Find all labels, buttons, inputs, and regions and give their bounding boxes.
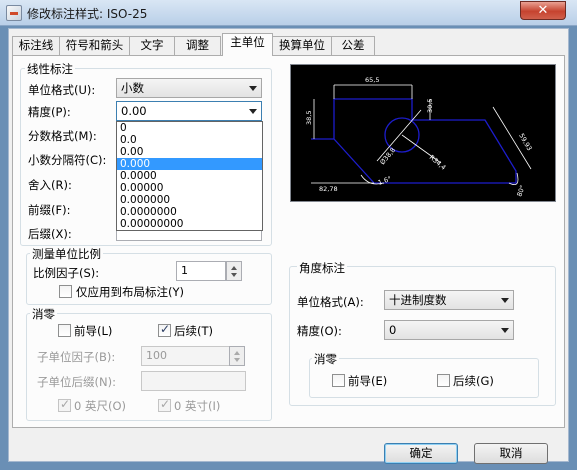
- cancel-button[interactable]: 取消: [474, 443, 548, 464]
- chevron-down-icon: [249, 109, 257, 114]
- tab-dimension-lines[interactable]: 标注线: [12, 36, 60, 55]
- subunit-suffix-input[interactable]: [141, 371, 246, 391]
- tab-tolerances[interactable]: 公差: [331, 36, 375, 55]
- chevron-down-icon: [249, 86, 257, 91]
- zero-feet-checkbox[interactable]: ✓: [58, 397, 71, 412]
- window-title: 修改标注样式: ISO-25: [27, 7, 148, 21]
- subunit-suffix-label: 子单位后缀(N):: [37, 375, 116, 389]
- unit-format-select[interactable]: 小数: [116, 78, 262, 98]
- leading-zero-label: 前导(L): [74, 324, 113, 338]
- checkmark-icon: ✓: [160, 397, 171, 411]
- preview-dim-text: R34,4: [428, 153, 448, 171]
- layout-only-label: 仅应用到布局标注(Y): [76, 285, 184, 299]
- zero-suppression-title: 消零: [30, 306, 57, 322]
- tab-fit[interactable]: 调整: [174, 36, 221, 55]
- scale-factor-spinner[interactable]: [226, 261, 242, 281]
- precision-select[interactable]: 0.00: [116, 101, 262, 121]
- suffix-label: 后缀(X):: [28, 227, 72, 241]
- unit-format-label: 单位格式(U):: [28, 83, 96, 97]
- preview-part-outline: [311, 98, 517, 184]
- precision-option[interactable]: 0.00000000: [117, 218, 262, 230]
- zero-inch-label: 0 英寸(I): [174, 399, 221, 413]
- angular-trailing-zero-checkbox[interactable]: [437, 374, 450, 387]
- decimal-separator-label: 小数分隔符(C):: [28, 153, 107, 167]
- preview-dim-text: 1,6°: [377, 175, 393, 187]
- angular-leading-zero-checkbox[interactable]: [332, 374, 345, 387]
- round-off-label: 舍入(R):: [28, 178, 72, 192]
- angular-leading-zero-label: 前导(E): [348, 374, 388, 388]
- measurement-scale-title: 测量单位比例: [30, 246, 103, 262]
- spin-up-icon: [234, 351, 240, 355]
- leading-zero-checkbox[interactable]: [58, 324, 71, 337]
- app-icon: [6, 5, 22, 21]
- checkmark-icon: ✓: [160, 322, 171, 336]
- chevron-down-icon: [501, 298, 509, 303]
- zero-feet-label: 0 英尺(O): [74, 399, 126, 413]
- tab-text[interactable]: 文字: [129, 36, 175, 55]
- zero-inch-checkbox[interactable]: ✓: [158, 397, 171, 412]
- unit-format-value: 小数: [121, 81, 144, 95]
- precision-option[interactable]: 0.000: [117, 158, 262, 170]
- close-button[interactable]: ✕: [520, 1, 566, 20]
- preview-dim-text: 38,5: [305, 111, 313, 125]
- precision-dropdown-list[interactable]: 0 0.0 0.00 0.000 0.0000 0.00000 0.000000 0.0000…: [116, 121, 263, 231]
- precision-option[interactable]: 0.00: [117, 146, 262, 158]
- checkmark-icon: ✓: [60, 397, 71, 411]
- preview-dim-text: 80°: [515, 184, 526, 198]
- precision-label: 精度(P):: [28, 105, 71, 119]
- precision-option[interactable]: 0.0000: [117, 170, 262, 182]
- spin-up-icon: [231, 266, 237, 270]
- precision-option[interactable]: 0.0: [117, 134, 262, 146]
- scale-factor-label: 比例因子(S):: [33, 266, 100, 280]
- tab-primary-units[interactable]: 主单位: [222, 33, 273, 56]
- preview-dim-text: 65,5: [365, 76, 379, 84]
- tab-symbols-arrows[interactable]: 符号和箭头: [59, 36, 130, 55]
- prefix-label: 前缀(F):: [28, 203, 71, 217]
- spin-down-icon: [234, 358, 240, 362]
- angular-precision-value: 0: [389, 323, 397, 337]
- title-bar[interactable]: 修改标注样式: ISO-25 ✕: [0, 0, 577, 26]
- subunit-factor-spinner[interactable]: [229, 346, 245, 366]
- chevron-down-icon: [501, 328, 509, 333]
- preview-drawing: 65,530,538,559,9382,78R34,4Ø38,81,6°80°: [305, 76, 534, 198]
- angular-zero-suppression-title: 消零: [312, 351, 339, 367]
- precision-option[interactable]: 0.0000000: [117, 206, 262, 218]
- trailing-zero-label: 后续(T): [174, 324, 213, 338]
- preview-dim-text: 59,93: [517, 132, 533, 152]
- ok-button[interactable]: 确定: [384, 443, 458, 464]
- preview-dim-text: 30,5: [426, 99, 434, 113]
- angular-unit-format-value: 十进制度数: [389, 293, 447, 307]
- dimension-preview: 65,5 30,5 38,5 59,93 82,78 R34,4 Ø38,8 1,6° 80°: [290, 64, 556, 202]
- fraction-format-label: 分数格式(M):: [28, 129, 97, 143]
- angular-unit-format-label: 单位格式(A):: [297, 295, 364, 309]
- subunit-factor-input[interactable]: 100: [141, 346, 230, 366]
- preview-dim-text: 82,78: [319, 185, 338, 193]
- linear-dimensions-title: 线性标注: [25, 61, 75, 77]
- scale-factor-input[interactable]: 1: [176, 261, 226, 281]
- spin-down-icon: [231, 273, 237, 277]
- tab-alternate-units[interactable]: 换算单位: [272, 36, 332, 55]
- angular-unit-format-select[interactable]: 十进制度数: [384, 290, 514, 310]
- angular-precision-label: 精度(O):: [297, 324, 342, 338]
- angular-dimensions-title: 角度标注: [297, 260, 347, 276]
- angular-trailing-zero-label: 后续(G): [453, 374, 494, 388]
- precision-value: 0.00: [121, 104, 147, 118]
- trailing-zero-checkbox[interactable]: ✓: [158, 322, 171, 337]
- layout-only-checkbox[interactable]: [59, 285, 72, 298]
- precision-option[interactable]: 0: [117, 122, 262, 134]
- precision-option[interactable]: 0.00000: [117, 182, 262, 194]
- precision-option[interactable]: 0.000000: [117, 194, 262, 206]
- angular-precision-select[interactable]: 0: [384, 320, 514, 340]
- subunit-factor-label: 子单位因子(B):: [37, 350, 116, 364]
